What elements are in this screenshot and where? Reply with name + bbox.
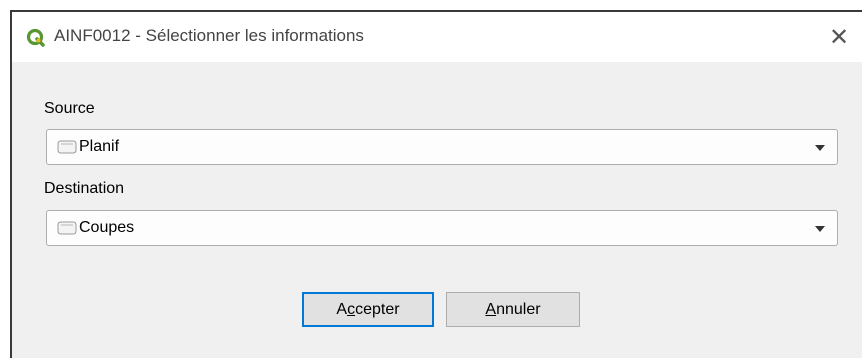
group-folder-icon <box>57 140 77 154</box>
destination-combobox[interactable]: Coupes <box>46 210 838 246</box>
qgis-logo-icon <box>26 28 45 47</box>
accept-label: Accepter <box>336 300 400 318</box>
cancel-label: Annuler <box>485 300 541 318</box>
source-label: Source <box>44 100 95 117</box>
chevron-down-icon[interactable] <box>815 145 825 151</box>
destination-selected-value: Coupes <box>79 219 135 236</box>
window-title: AINF0012 - Sélectionner les informations <box>54 26 364 45</box>
dialog-window: AINF0012 - Sélectionner les informations… <box>10 10 862 358</box>
destination-label: Destination <box>44 180 125 197</box>
group-folder-icon <box>57 221 77 235</box>
close-button[interactable]: ✕ <box>816 12 862 62</box>
close-icon: ✕ <box>828 23 850 51</box>
source-combobox[interactable]: Planif <box>46 129 838 165</box>
title-bar: AINF0012 - Sélectionner les informations… <box>12 12 862 62</box>
chevron-down-icon[interactable] <box>815 226 825 232</box>
cancel-button[interactable]: Annuler <box>446 292 580 327</box>
accept-button[interactable]: Accepter <box>302 292 434 327</box>
source-selected-value: Planif <box>79 138 120 155</box>
